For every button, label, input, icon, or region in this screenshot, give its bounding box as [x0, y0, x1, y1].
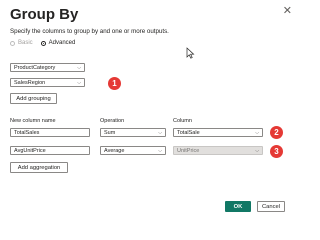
ok-button[interactable]: OK — [225, 201, 251, 212]
dialog-title: Group By — [10, 6, 79, 23]
callout-badge-3: 3 — [270, 145, 283, 158]
chevron-down-icon: ⌵ — [255, 148, 259, 154]
new-column-name-input-2[interactable]: AvgUnitPrice — [10, 146, 90, 155]
header-operation: Operation — [100, 118, 125, 124]
radio-advanced-label[interactable]: Advanced — [49, 40, 76, 46]
operation-select-1[interactable]: Sum ⌵ — [100, 128, 166, 137]
cancel-button[interactable]: Cancel — [257, 201, 285, 212]
chevron-down-icon: ⌵ — [255, 130, 259, 136]
column-value: TotalSale — [177, 130, 200, 136]
mode-selector: Basic Advanced — [10, 40, 75, 46]
chevron-down-icon: ⌵ — [77, 80, 81, 86]
callout-badge-2: 2 — [270, 126, 283, 139]
chevron-down-icon: ⌵ — [158, 130, 162, 136]
group-column-select-2[interactable]: SalesRegion ⌵ — [10, 78, 85, 87]
close-icon[interactable]: ✕ — [283, 6, 292, 17]
radio-basic-label[interactable]: Basic — [18, 40, 33, 46]
new-column-name-input-1[interactable]: TotalSales — [10, 128, 90, 137]
header-column: Column — [173, 118, 192, 124]
operation-value: Average — [104, 148, 125, 154]
group-column-select-1[interactable]: ProductCategory ⌵ — [10, 63, 85, 72]
callout-badge-1: 1 — [108, 77, 121, 90]
column-value: UnitPrice — [177, 148, 200, 154]
add-aggregation-button[interactable]: Add aggregation — [10, 162, 68, 173]
add-grouping-button[interactable]: Add grouping — [10, 93, 57, 104]
chevron-down-icon: ⌵ — [158, 148, 162, 154]
radio-basic[interactable] — [10, 40, 15, 46]
header-new-column-name: New column name — [10, 118, 56, 124]
group-column-value: SalesRegion — [14, 80, 46, 86]
group-by-dialog: Group By ✕ Specify the columns to group … — [0, 0, 300, 223]
column-select-2[interactable]: UnitPrice ⌵ — [173, 146, 263, 155]
operation-select-2[interactable]: Average ⌵ — [100, 146, 166, 155]
group-column-value: ProductCategory — [14, 65, 56, 71]
mouse-cursor-icon — [186, 47, 195, 59]
radio-advanced[interactable] — [40, 40, 46, 46]
column-select-1[interactable]: TotalSale ⌵ — [173, 128, 263, 137]
dialog-description: Specify the columns to group by and one … — [10, 28, 169, 35]
chevron-down-icon: ⌵ — [77, 65, 81, 71]
operation-value: Sum — [104, 130, 116, 136]
